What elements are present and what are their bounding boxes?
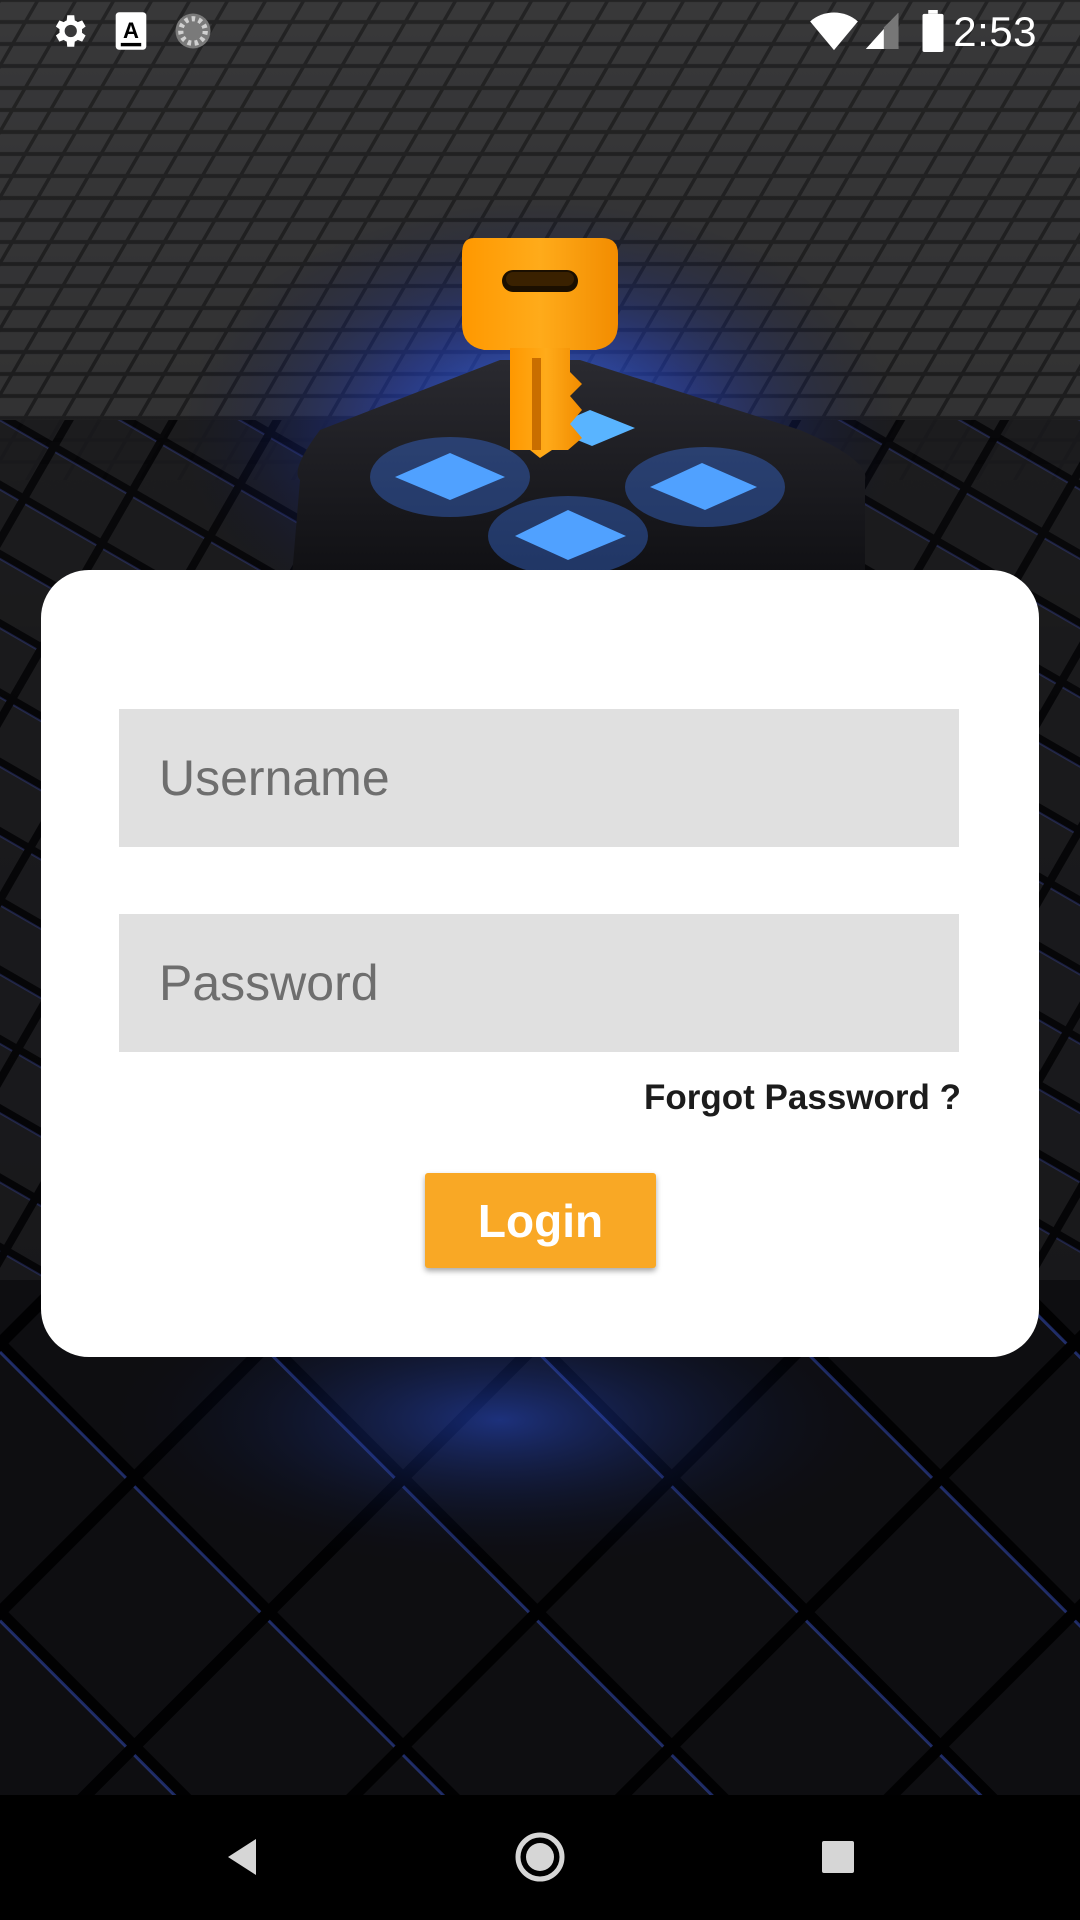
key-logo-icon: [462, 238, 618, 458]
svg-text:A: A: [123, 18, 139, 43]
login-card: Forgot Password ? Login: [41, 570, 1039, 1357]
status-bar: A 2:53: [0, 0, 1080, 63]
back-icon[interactable]: [210, 1825, 274, 1889]
login-button[interactable]: Login: [425, 1173, 656, 1268]
sync-spinner-icon: [175, 13, 211, 49]
forgot-password-link[interactable]: Forgot Password ?: [644, 1078, 961, 1118]
home-icon[interactable]: [508, 1825, 572, 1889]
password-input[interactable]: [119, 914, 959, 1052]
navigation-bar: [0, 1795, 1080, 1920]
cell-signal-icon: [865, 13, 899, 49]
username-input[interactable]: [119, 709, 959, 847]
battery-icon: [922, 10, 944, 52]
screen: A 2:53 Username Forgot Password ? Login: [0, 0, 1080, 1920]
status-clock: 2:53: [953, 8, 1037, 55]
recents-icon[interactable]: [806, 1825, 870, 1889]
gear-icon: [55, 15, 86, 47]
keyboard-a-icon: A: [115, 12, 147, 50]
wifi-icon: [810, 12, 858, 51]
